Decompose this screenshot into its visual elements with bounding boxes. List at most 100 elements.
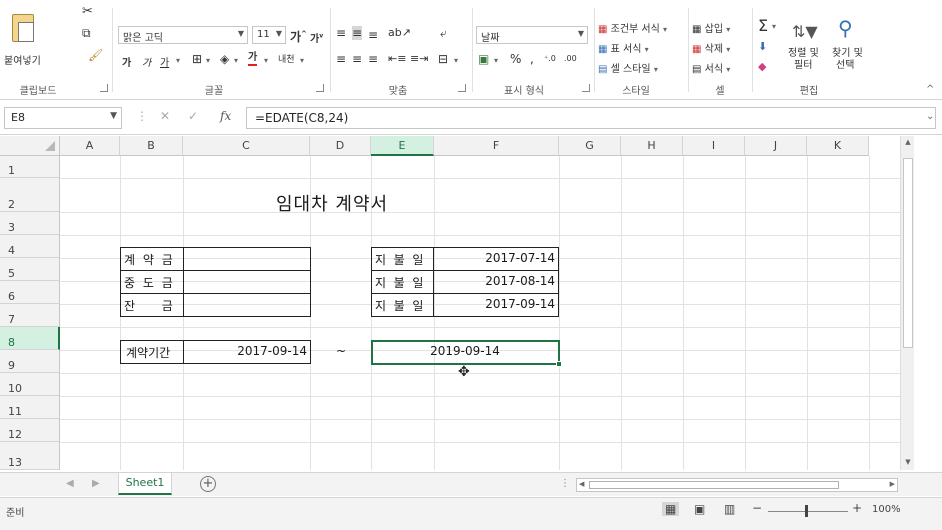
enter-icon[interactable]: ✓ — [188, 109, 198, 123]
accounting-format-icon[interactable]: ▣ — [478, 52, 489, 66]
align-top-icon[interactable]: ≡ — [336, 26, 346, 40]
next-sheet-icon[interactable]: ▶ — [92, 478, 100, 489]
prev-sheet-icon[interactable]: ◀ — [66, 478, 74, 489]
fill-color-icon[interactable]: ◈ — [220, 52, 229, 66]
add-sheet-button[interactable]: + — [200, 476, 216, 492]
column-header-a[interactable]: A — [60, 136, 120, 156]
underline-button[interactable]: 가 — [160, 54, 169, 69]
scroll-left-icon[interactable]: ◀ — [579, 480, 584, 488]
column-header-d[interactable]: D — [310, 136, 371, 156]
worksheet-grid[interactable]: A B C D E F G H I J K 1 2 3 4 5 6 7 8 9 10 11 12 13 — [0, 136, 942, 470]
vertical-scrollbar[interactable]: ▲ ▼ — [900, 136, 914, 470]
select-all-corner[interactable] — [0, 136, 60, 156]
cut-icon[interactable]: ✂ — [82, 4, 93, 19]
row-header-11[interactable]: 11 — [0, 396, 60, 419]
align-right-icon[interactable]: ≡ — [368, 52, 378, 66]
grow-font-icon[interactable]: 가^ — [290, 28, 307, 45]
autosum-icon[interactable]: Σ — [758, 16, 768, 35]
scroll-right-icon[interactable]: ▶ — [890, 480, 895, 488]
paste-button[interactable]: 붙여넣기 — [4, 52, 41, 67]
row-header-8[interactable]: 8 — [0, 327, 60, 350]
chevron-down-icon[interactable]: ▾ — [454, 56, 458, 65]
insert-function-icon[interactable]: fx — [220, 109, 231, 123]
row-header-4[interactable]: 4 — [0, 235, 60, 258]
formula-input[interactable]: =EDATE(C8,24) — [246, 107, 936, 129]
clipboard-launcher-icon[interactable] — [100, 84, 108, 92]
row-header-3[interactable]: 3 — [0, 212, 60, 235]
copy-icon[interactable]: ⧉ — [82, 26, 91, 41]
horizontal-scroll-thumb[interactable] — [589, 481, 839, 489]
zoom-slider[interactable] — [768, 511, 848, 512]
clear-icon[interactable]: ◆ — [758, 60, 766, 73]
font-launcher-icon[interactable] — [316, 84, 324, 92]
borders-icon[interactable]: ⊞ — [192, 52, 202, 66]
row-header-12[interactable]: 12 — [0, 419, 60, 442]
wrap-text-icon[interactable]: ⤶ — [440, 26, 447, 41]
vertical-scroll-thumb[interactable] — [903, 158, 913, 348]
align-middle-icon[interactable]: ≡ — [352, 26, 363, 40]
comma-button[interactable]: , — [530, 52, 534, 66]
page-layout-view-icon[interactable]: ▣ — [694, 502, 705, 516]
column-header-h[interactable]: H — [621, 136, 683, 156]
row-header-1[interactable]: 1 — [0, 156, 60, 178]
font-color-icon[interactable]: 가 — [248, 52, 258, 66]
align-left-icon[interactable]: ≡ — [336, 52, 346, 66]
insert-button[interactable]: ▦ 삽입 ▾ — [692, 20, 730, 35]
chevron-down-icon[interactable]: ▾ — [300, 56, 304, 65]
normal-view-icon[interactable]: ▦ — [662, 502, 680, 516]
row-header-2[interactable]: 2 — [0, 178, 60, 212]
increase-indent-icon[interactable]: ≡⇥ — [410, 52, 428, 65]
shrink-font-icon[interactable]: 가v — [310, 30, 323, 45]
chevron-down-icon[interactable]: ▾ — [772, 22, 776, 31]
zoom-in-icon[interactable]: + — [852, 501, 862, 515]
merge-center-icon[interactable]: ⊟ — [438, 52, 448, 66]
zoom-slider-thumb[interactable] — [805, 505, 808, 517]
column-header-e[interactable]: E — [371, 136, 434, 156]
column-header-f[interactable]: F — [434, 136, 559, 156]
number-launcher-icon[interactable] — [582, 84, 590, 92]
format-painter-icon[interactable]: 🖌 — [88, 48, 103, 62]
orientation-icon[interactable]: ab↗ — [388, 26, 411, 39]
column-header-j[interactable]: J — [745, 136, 807, 156]
cancel-icon[interactable]: ✕ — [160, 109, 170, 123]
column-header-k[interactable]: K — [807, 136, 869, 156]
row-header-5[interactable]: 5 — [0, 258, 60, 281]
delete-button[interactable]: ▦ 삭제 ▾ — [692, 40, 730, 55]
sort-filter-icon[interactable]: ⇅▼ — [792, 22, 818, 41]
italic-button[interactable]: 가 — [142, 54, 151, 69]
collapse-ribbon-icon[interactable]: ^ — [926, 84, 934, 95]
decrease-decimal-icon[interactable]: .00 — [564, 54, 577, 63]
alignment-launcher-icon[interactable] — [458, 84, 466, 92]
bold-button[interactable]: 가 — [122, 54, 131, 69]
zoom-level[interactable]: 100% — [872, 504, 901, 515]
number-format-combo[interactable]: 날짜 ▼ — [476, 26, 588, 44]
find-select-label-2[interactable]: 선택 — [836, 56, 854, 71]
chevron-down-icon[interactable]: ▾ — [176, 56, 180, 65]
zoom-out-icon[interactable]: − — [752, 501, 762, 515]
align-center-icon[interactable]: ≡ — [352, 52, 362, 66]
chevron-down-icon[interactable]: ▾ — [264, 56, 268, 65]
search-icon[interactable]: ⚲ — [838, 16, 853, 40]
decrease-indent-icon[interactable]: ⇤≡ — [388, 52, 406, 65]
row-header-9[interactable]: 9 — [0, 350, 60, 373]
cell-styles-button[interactable]: ▤ 셀 스타일 ▾ — [598, 60, 658, 75]
row-header-6[interactable]: 6 — [0, 281, 60, 304]
row-header-7[interactable]: 7 — [0, 304, 60, 327]
horizontal-scrollbar[interactable]: ◀ ▶ — [576, 478, 898, 492]
phonetic-icon[interactable]: 내천 — [278, 52, 295, 65]
format-button[interactable]: ▤ 서식 ▾ — [692, 60, 730, 75]
fill-icon[interactable]: ⬇ — [758, 40, 767, 53]
row-header-10[interactable]: 10 — [0, 373, 60, 396]
align-bottom-icon[interactable]: ≡ — [368, 28, 378, 42]
increase-decimal-icon[interactable]: ⁺.0 — [544, 54, 556, 63]
name-box[interactable]: E8 ▼ — [4, 107, 122, 129]
chevron-down-icon[interactable]: ▾ — [494, 56, 498, 65]
column-header-b[interactable]: B — [120, 136, 183, 156]
column-header-i[interactable]: I — [683, 136, 745, 156]
conditional-format-button[interactable]: ▦ 조건부 서식 ▾ — [598, 20, 667, 35]
sort-filter-label-2[interactable]: 필터 — [794, 56, 812, 71]
column-header-g[interactable]: G — [559, 136, 621, 156]
chevron-down-icon[interactable]: ▾ — [234, 56, 238, 65]
expand-formula-icon[interactable]: ⌄ — [926, 111, 934, 122]
page-break-view-icon[interactable]: ▥ — [724, 502, 735, 516]
